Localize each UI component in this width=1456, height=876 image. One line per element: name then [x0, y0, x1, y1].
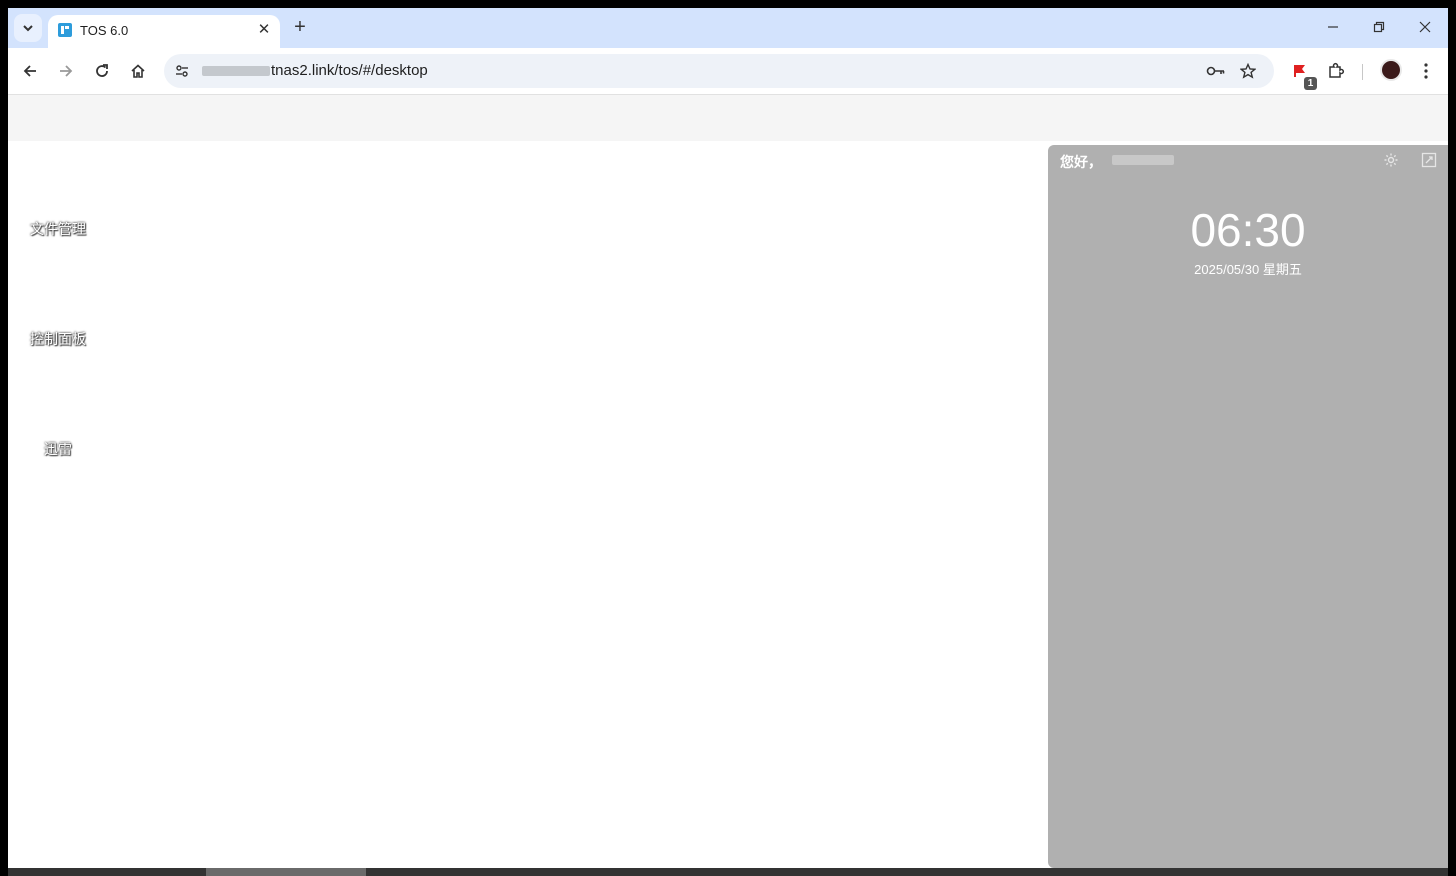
reload-icon [96, 64, 108, 77]
star-icon [1240, 63, 1256, 79]
bookmark-button[interactable] [1236, 59, 1260, 83]
minimize-icon [1328, 26, 1338, 28]
taskbar-active-item[interactable] [206, 868, 366, 876]
extensions-button[interactable] [1324, 59, 1348, 83]
close-icon [1419, 21, 1431, 33]
key-icon [1206, 66, 1225, 76]
forward-button[interactable] [54, 59, 78, 83]
desktop-icon-label: 文件管理 [30, 221, 86, 237]
arrow-right-icon [60, 65, 73, 77]
extension-badge: 1 [1304, 77, 1317, 90]
url-redacted-segment [202, 66, 270, 76]
kebab-icon [1424, 63, 1428, 79]
expand-icon [1421, 152, 1437, 168]
desktop-icon-xunlei[interactable]: 迅雷 [8, 439, 108, 459]
tab-strip: TOS 6.0 ✕ + [8, 8, 1448, 48]
desktop-icon-label: 控制面板 [30, 331, 86, 347]
desktop-icon-control-panel[interactable]: 控制面板 [8, 329, 108, 349]
back-button[interactable] [18, 59, 42, 83]
restore-icon [1373, 21, 1385, 33]
tab-close-icon[interactable]: ✕ [254, 20, 274, 40]
browser-window: TOS 6.0 ✕ + tnas2.link/tos/#/desktop 1 文… [8, 8, 1448, 868]
profile-avatar[interactable] [1380, 59, 1402, 81]
url-text: tnas2.link/tos/#/desktop [271, 62, 428, 79]
reload-button[interactable] [90, 59, 114, 83]
home-icon [131, 64, 145, 78]
tos-desktop: 文件管理 控制面板 迅雷 您好， 06:30 2025/05/30 星期五 [8, 95, 1448, 868]
username-redacted [1112, 155, 1174, 165]
clock-time: 06:30 [1190, 204, 1306, 256]
browser-menu-button[interactable] [1414, 59, 1438, 83]
gear-icon [1384, 153, 1398, 167]
chevron-down-icon [23, 25, 33, 32]
clock-date: 2025/05/30 星期五 [1194, 262, 1302, 277]
browser-toolbar: tnas2.link/tos/#/desktop 1 [8, 48, 1448, 95]
os-taskbar [8, 868, 1448, 876]
tos-favicon-icon [58, 23, 72, 37]
close-window-button[interactable] [1410, 16, 1440, 40]
tab-title: TOS 6.0 [80, 23, 129, 38]
greeting-text: 您好， [1060, 154, 1102, 170]
clock-widget: 您好， 06:30 2025/05/30 星期五 [1048, 145, 1448, 868]
widget-settings-button[interactable] [1382, 151, 1400, 169]
toolbar-divider [1362, 64, 1363, 80]
address-bar[interactable]: tnas2.link/tos/#/desktop [164, 54, 1274, 88]
arrow-left-icon [23, 65, 36, 77]
restore-button[interactable] [1364, 16, 1394, 40]
password-button[interactable] [1204, 59, 1228, 83]
new-tab-button[interactable]: + [288, 16, 312, 40]
desktop-top-bar [8, 95, 1448, 141]
site-info-button[interactable] [170, 59, 194, 83]
desktop-icon-file-manager[interactable]: 文件管理 [8, 219, 108, 239]
home-button[interactable] [126, 59, 150, 83]
puzzle-icon [1329, 62, 1345, 78]
minimize-button[interactable] [1318, 16, 1348, 40]
desktop-icon-label: 迅雷 [44, 441, 72, 457]
tab-active[interactable]: TOS 6.0 ✕ [48, 15, 280, 48]
tab-search-button[interactable] [14, 14, 42, 42]
widget-fullscreen-button[interactable] [1420, 151, 1438, 169]
tune-icon [176, 65, 188, 77]
